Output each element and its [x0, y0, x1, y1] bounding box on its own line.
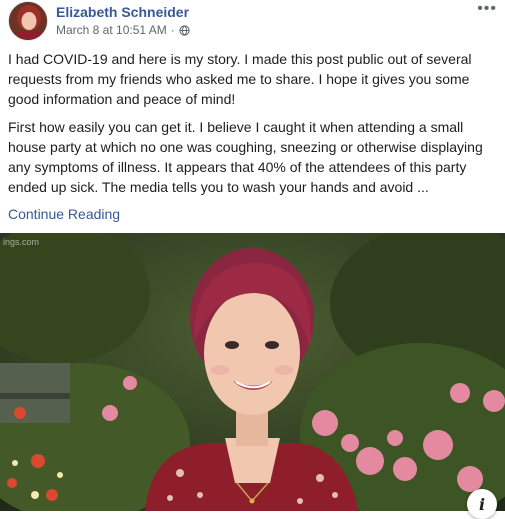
meta-separator: ·: [170, 23, 175, 37]
post-paragraph: First how easily you can get it. I belie…: [8, 119, 483, 195]
continue-reading-link[interactable]: Continue Reading: [8, 206, 120, 222]
post-paragraph: I had COVID-19 and here is my story. I m…: [8, 51, 472, 107]
photo-watermark: ings.com: [3, 237, 40, 247]
author-name[interactable]: Elizabeth Schneider: [56, 4, 189, 20]
info-icon[interactable]: i: [467, 489, 497, 519]
photo-illustration: [0, 233, 505, 511]
post-header: Elizabeth Schneider March 8 at 10:51 AM …: [0, 0, 505, 44]
post-body: I had COVID-19 and here is my story. I m…: [8, 49, 498, 205]
post-photo[interactable]: ings.com: [0, 233, 505, 511]
globe-icon[interactable]: [179, 24, 190, 36]
more-options-icon[interactable]: •••: [477, 0, 497, 18]
post-meta: March 8 at 10:51 AM ·: [56, 23, 190, 37]
author-avatar[interactable]: [8, 1, 48, 41]
post-timestamp[interactable]: March 8 at 10:51 AM: [56, 23, 167, 37]
